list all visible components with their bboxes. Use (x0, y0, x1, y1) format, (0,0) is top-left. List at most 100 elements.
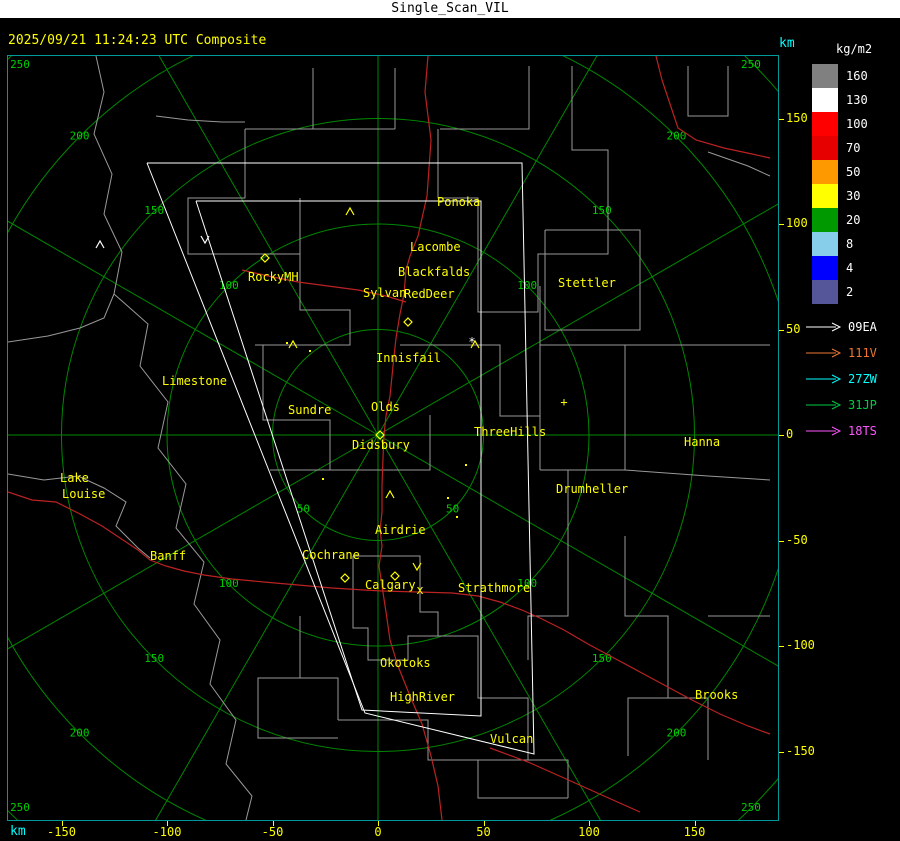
y-axis-label: 100 (786, 216, 808, 230)
town-label: RockyMH (248, 270, 299, 284)
town-label: Lake (60, 471, 89, 485)
radar-id: 111V (848, 346, 877, 360)
x-axis-tick (483, 821, 485, 826)
radar-map-canvas: 1001502002501001502002505010015020025050… (8, 56, 778, 820)
legend-unit-label: kg/m2 (836, 42, 873, 56)
plus-marker-icon: + (560, 395, 567, 409)
x-axis-label: 0 (374, 825, 382, 839)
radar-arrow-icon (806, 322, 842, 332)
legend-value: 50 (846, 165, 861, 179)
legend-entry: 50 (812, 160, 868, 184)
town-label: Louise (62, 487, 105, 501)
town-label: Okotoks (380, 656, 431, 670)
cross-marker-icon: x (416, 583, 423, 597)
radar-legend-item: 09EA (806, 314, 877, 340)
radar-arrow-icon (806, 348, 842, 358)
radar-arrow-icon (806, 426, 842, 436)
radar-id: 18TS (848, 424, 877, 438)
legend-color-swatch (812, 184, 838, 208)
dot-marker-icon (309, 350, 311, 352)
town-label: RedDeer (404, 287, 455, 301)
ring-distance-label: 150 (592, 204, 612, 217)
radar-id: 27ZW (848, 372, 877, 386)
dot-marker-icon (322, 478, 324, 480)
ring-distance-label: 50 (297, 503, 310, 516)
legend-value: 160 (846, 69, 868, 83)
y-axis-label: -100 (786, 638, 815, 652)
legend-value: 130 (846, 93, 868, 107)
ring-distance-label: 150 (144, 204, 164, 217)
town-label: Hanna (684, 435, 720, 449)
x-axis-tick (378, 821, 379, 826)
legend-entry: 4 (812, 256, 868, 280)
x-axis-tick (272, 821, 274, 826)
ring-distance-label: 50 (446, 503, 459, 516)
legend-entry: 20 (812, 208, 868, 232)
y-axis-tick (779, 435, 784, 436)
town-label: Calgary (365, 578, 416, 592)
ring-distance-label: 200 (666, 726, 686, 739)
color-scale-legend: 160 130 100 70 50 30 20 8 4 2 (812, 64, 868, 304)
window-titlebar: Single_Scan_VIL (0, 0, 900, 18)
town-label: Banff (150, 549, 186, 563)
radar-legend-item: 111V (806, 340, 877, 366)
town-label: Vulcan (490, 732, 533, 746)
radar-arrow-icon (806, 400, 842, 410)
ring-distance-label: 150 (592, 652, 612, 665)
legend-entry: 160 (812, 64, 868, 88)
scan-timestamp: 2025/09/21 11:24:23 UTC Composite (8, 33, 267, 48)
y-axis-tick (779, 224, 784, 225)
y-axis-label: -50 (786, 532, 808, 547)
legend-color-swatch (812, 112, 838, 136)
scan-area-outline (146, 162, 535, 755)
caret-marker-icon (95, 239, 105, 249)
legend-value: 100 (846, 117, 868, 131)
diamond-marker-icon (340, 573, 350, 583)
legend-color-swatch (812, 160, 838, 184)
legend-entry: 130 (812, 88, 868, 112)
ring-distance-label: 250 (741, 58, 761, 71)
town-label: Cochrane (302, 548, 360, 562)
dot-marker-icon (447, 497, 449, 499)
town-label: Airdrie (375, 523, 426, 537)
diamond-marker-icon (403, 317, 413, 327)
x-axis-tick (589, 821, 590, 826)
legend-color-swatch (812, 232, 838, 256)
radar-arrow-icon (806, 374, 842, 384)
ring-distance-label: 150 (144, 652, 164, 665)
asterisk-marker-icon: * (468, 335, 475, 349)
x-axis-label: -50 (261, 825, 284, 839)
radar-id: 31JP (848, 398, 877, 412)
vee-marker-icon (200, 235, 210, 245)
legend-color-swatch (812, 88, 838, 112)
x-axis-tick (61, 821, 63, 826)
radar-map-display[interactable]: 100 150 200 250 100 150 200 250 50 100 150 200 250 50… (7, 55, 779, 821)
ring-distance-label: 250 (10, 58, 30, 71)
legend-entry: 30 (812, 184, 868, 208)
legend-color-swatch (812, 208, 838, 232)
ring-distance-label: 200 (70, 726, 90, 739)
caret-marker-icon (345, 206, 355, 216)
town-label: Didsbury (352, 438, 410, 452)
radar-legend-item: 18TS (806, 418, 877, 444)
y-axis-tick (779, 751, 784, 753)
caret-marker-icon (385, 489, 395, 499)
range-ring-labels: 1001502002501001502002505010015020025050… (10, 58, 761, 814)
town-label: Strathmore (458, 581, 530, 595)
y-axis-tick (779, 646, 784, 647)
x-axis-label: 100 (578, 825, 600, 839)
y-axis-label: -150 (786, 743, 815, 758)
legend-color-swatch (812, 280, 838, 304)
dot-marker-icon (465, 464, 467, 466)
ring-distance-label: 200 (70, 130, 90, 143)
dot-marker-icon (286, 342, 288, 344)
x-axis-tick (167, 821, 168, 826)
radar-viewer-app: { "window": { "title": "Single_Scan_VIL"… (0, 0, 900, 841)
x-axis-label: -150 (47, 825, 76, 839)
x-axis-label: -100 (152, 825, 182, 839)
radar-legend-item: 31JP (806, 392, 877, 418)
x-axis-label: 150 (683, 825, 706, 839)
town-label: Sundre (288, 403, 331, 417)
legend-entry: 100 (812, 112, 868, 136)
window-title: Single_Scan_VIL (391, 1, 509, 16)
